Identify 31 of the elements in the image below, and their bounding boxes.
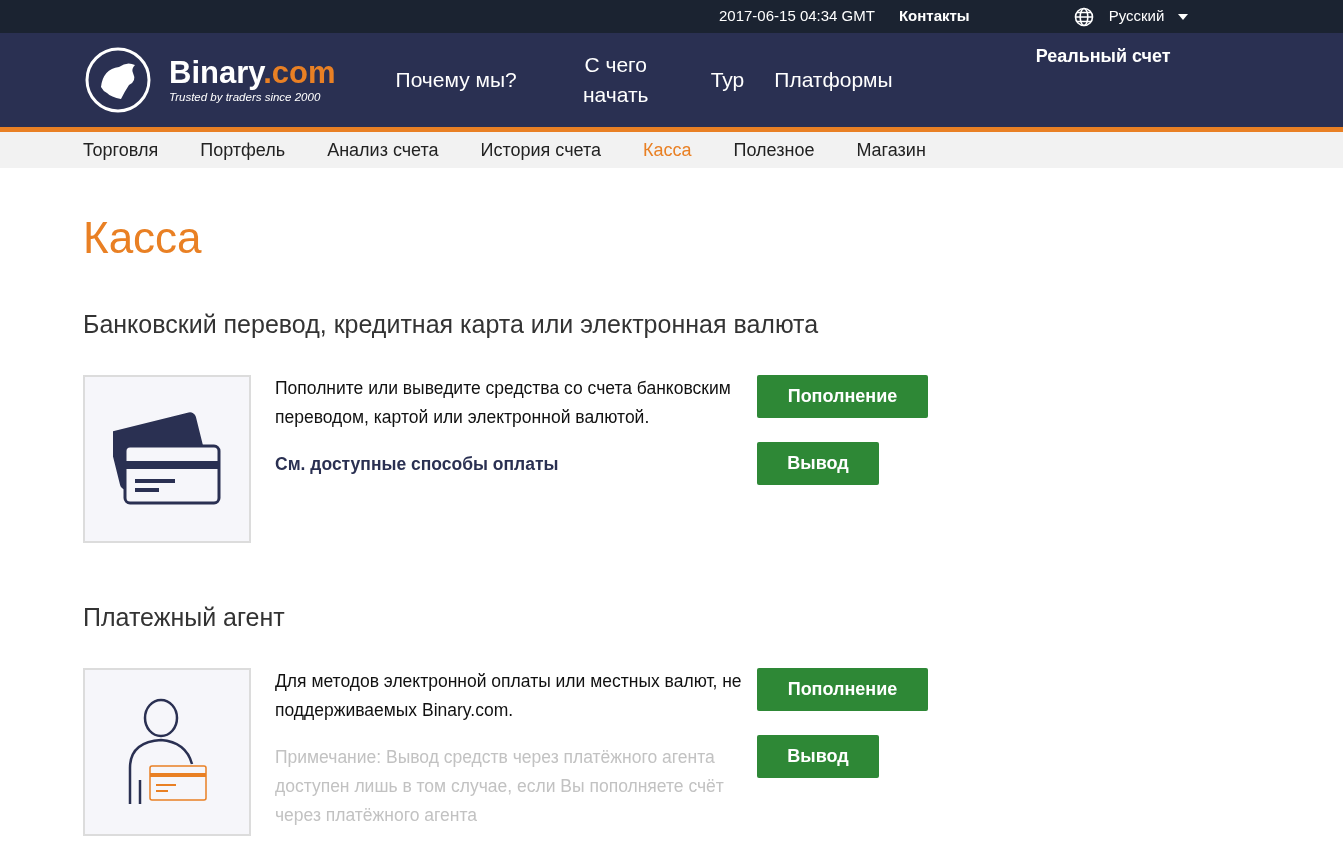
withdraw-button[interactable]: Вывод xyxy=(757,442,879,485)
nav-link[interactable]: Почему мы? xyxy=(395,65,517,95)
contacts-link[interactable]: Контакты xyxy=(898,5,970,28)
subnav-tab[interactable]: Полезное xyxy=(733,136,815,164)
globe-icon xyxy=(1073,6,1094,27)
real-account-link[interactable]: Реальный счет xyxy=(1035,43,1171,70)
note-text: Примечание: Вывод средств через платёжного агента доступен лишь в том случае, если Вы пополняете счёт через платёжного агента xyxy=(275,746,725,827)
withdraw-button[interactable]: Вывод xyxy=(757,735,879,778)
subnav-tab[interactable]: Торговля xyxy=(83,136,159,164)
subnav-tab[interactable]: Анализ счета xyxy=(327,136,439,164)
nav-link[interactable]: С чего начать xyxy=(570,50,661,110)
description-text: Пополните или выведите средства со счета банковским переводом, картой или электронной валютой. xyxy=(275,377,732,429)
page-title: Касса xyxy=(83,212,203,264)
subnav-tab[interactable]: Магазин xyxy=(856,136,926,164)
datetime-text: 2017-06-15 04:34 GMT xyxy=(719,6,875,27)
subnav-tab[interactable]: История счета xyxy=(480,136,601,164)
credit-card-icon xyxy=(113,411,221,507)
deposit-button[interactable]: Пополнение xyxy=(757,375,928,418)
person-with-card-icon xyxy=(126,698,208,806)
caret-icon xyxy=(1178,13,1189,20)
nav-link[interactable]: Платформы xyxy=(774,65,893,95)
payment-methods-link[interactable]: См. доступные способы оплаты xyxy=(275,450,559,479)
section-heading: Платежный агент xyxy=(83,602,286,633)
deposit-button[interactable]: Пополнение xyxy=(757,668,928,711)
subnav-tab[interactable]: Портфель xyxy=(200,136,286,164)
logo-text: Binary.com xyxy=(169,56,336,90)
description-text: Для методов электронной оплаты или местных валют, не поддерживаемых Binary.com. xyxy=(275,670,743,722)
section-heading: Банковский перевод, кредитная карта или электронная валюта xyxy=(83,309,820,340)
language-select[interactable]: Русский xyxy=(1108,5,1189,28)
logo-tagline: Trusted by traders since 2000 xyxy=(169,90,322,104)
nav-link[interactable]: Тур xyxy=(710,65,745,95)
